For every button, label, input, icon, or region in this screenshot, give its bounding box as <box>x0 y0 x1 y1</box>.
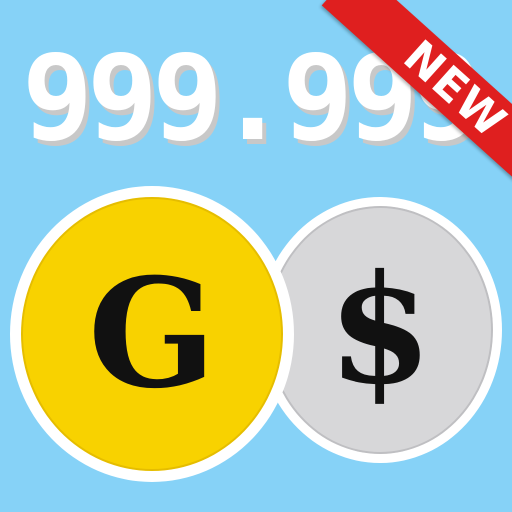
dollar-coin-icon: $ <box>258 197 502 463</box>
dollar-symbol: $ <box>327 242 433 418</box>
app-icon: 999.999 $ G NEW <box>0 0 512 512</box>
gold-coin-icon: G <box>10 186 294 482</box>
gold-coin-letter: G <box>87 246 217 422</box>
